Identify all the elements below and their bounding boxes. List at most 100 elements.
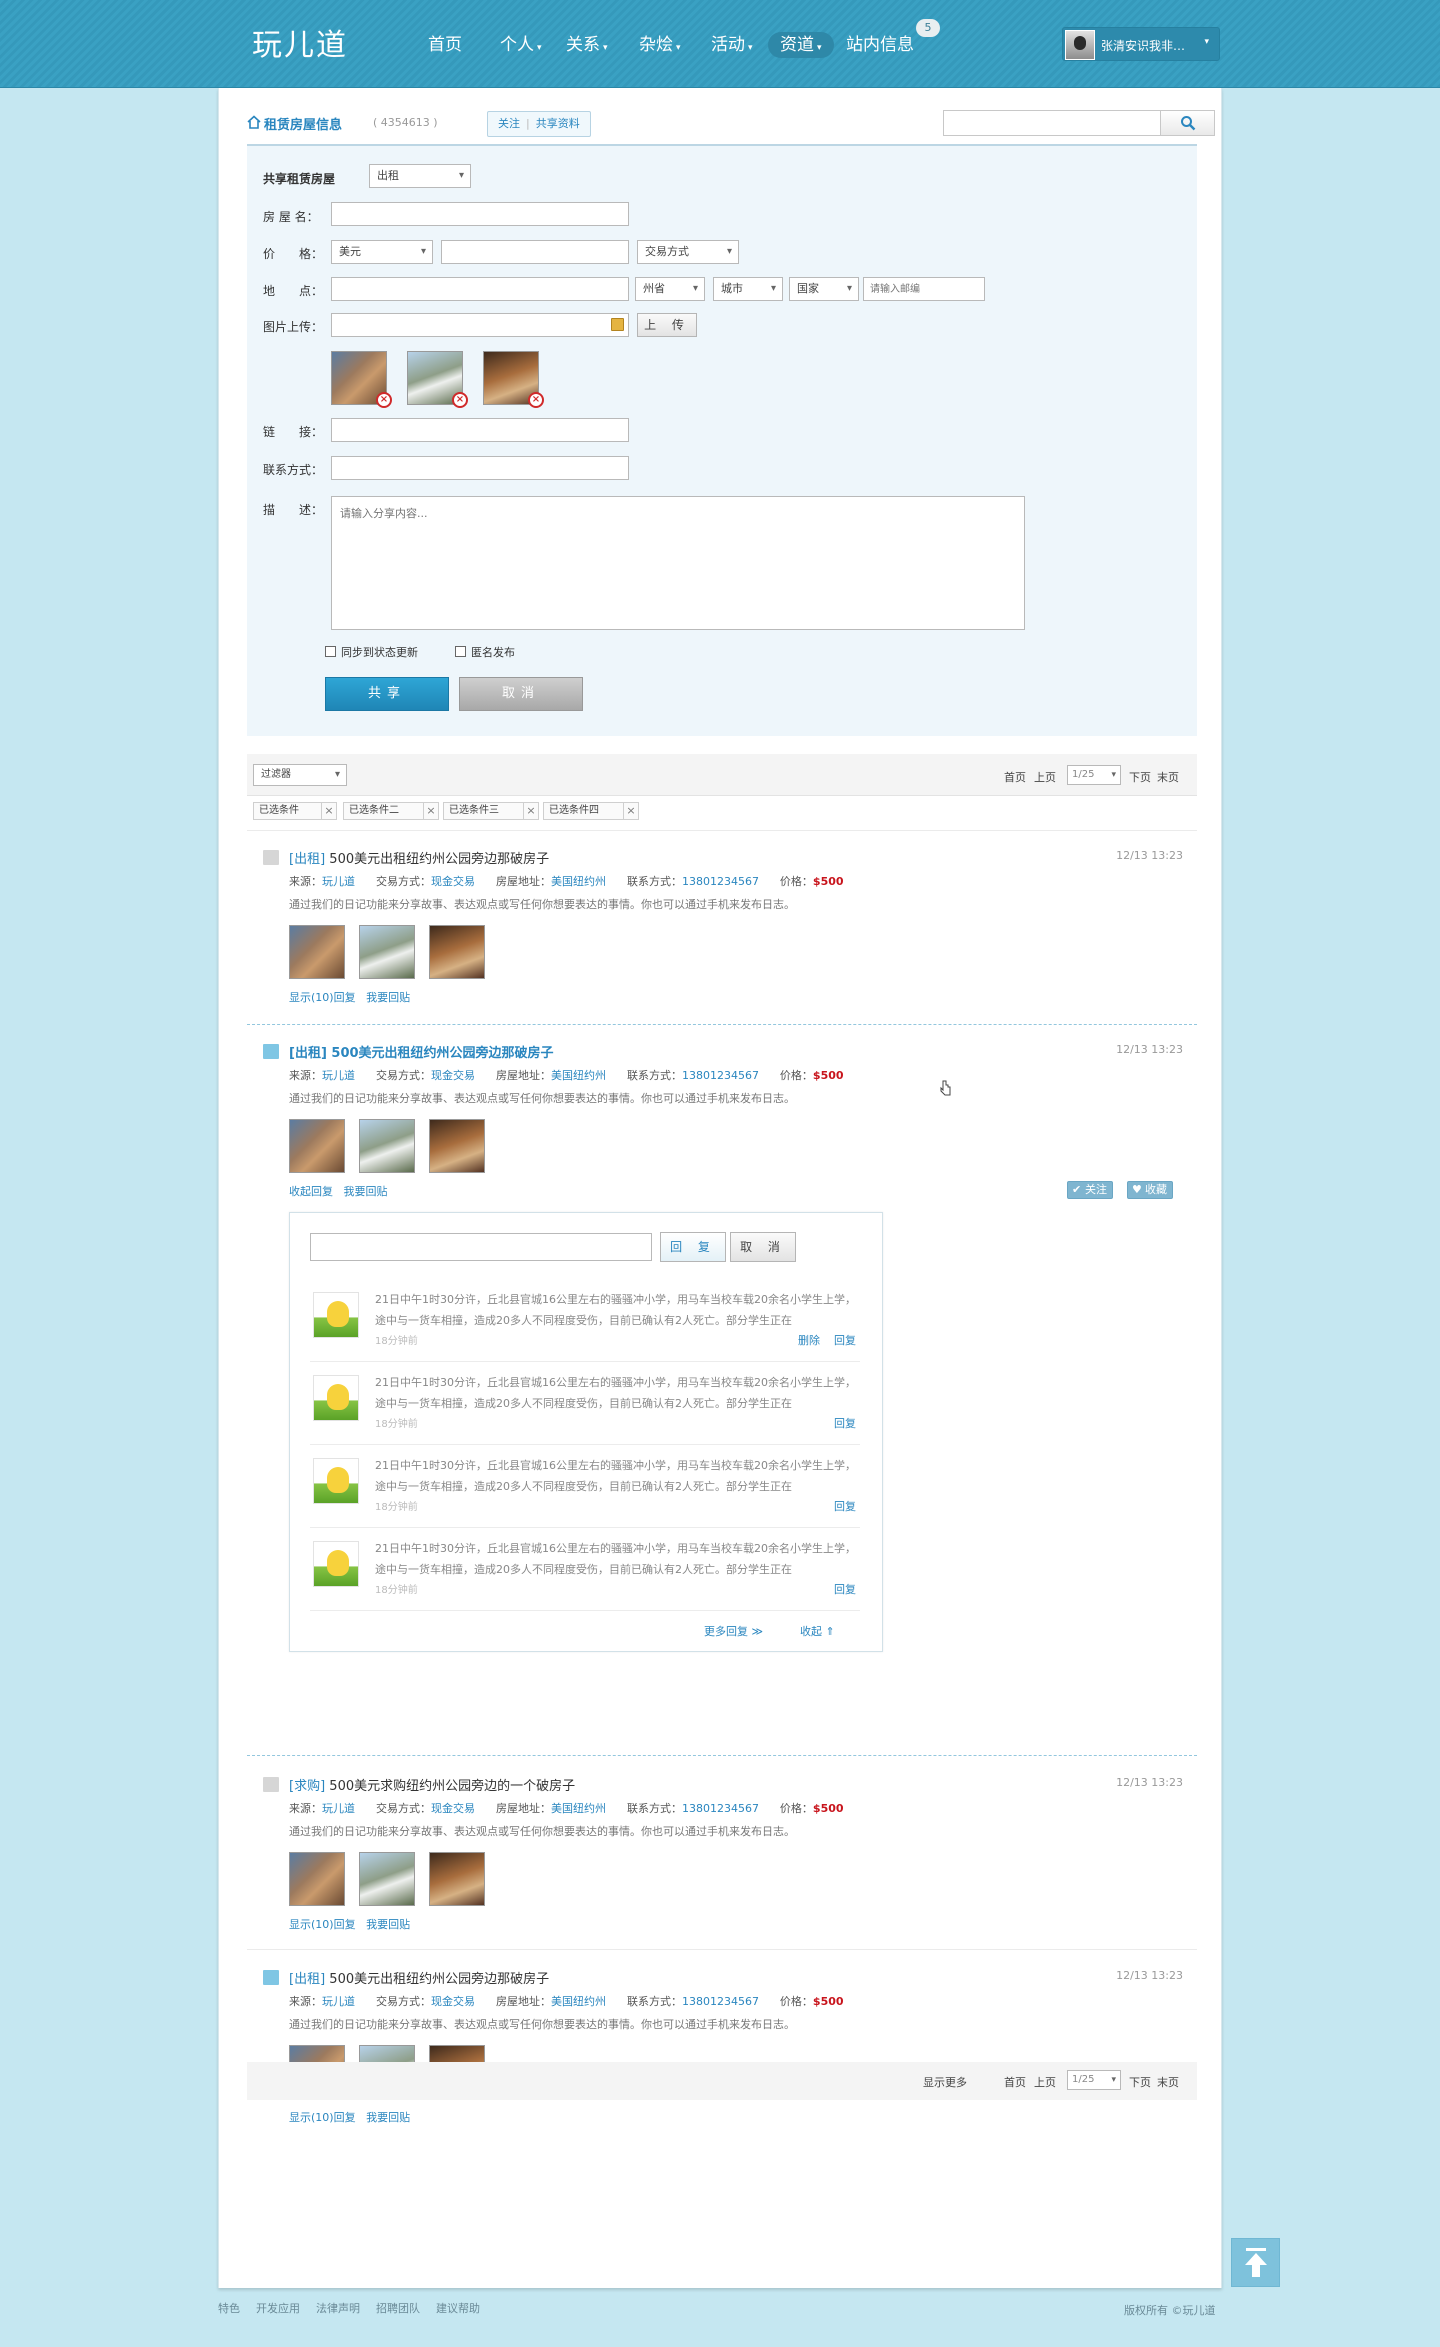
reply-input[interactable] <box>310 1233 652 1261</box>
nav-relations[interactable]: 关系 ▾ <box>560 32 614 58</box>
avatar[interactable] <box>313 1541 359 1587</box>
collect-button[interactable]: ♥ 收藏 <box>1127 1181 1173 1199</box>
pager-first[interactable]: 首页 <box>1004 2074 1026 2090</box>
footer-link[interactable]: 建议帮助 <box>436 2302 480 2315</box>
post-kind[interactable]: [出租] <box>289 1046 327 1061</box>
post-image[interactable] <box>429 1852 485 1906</box>
shared-files-link[interactable]: 共享资料 <box>536 117 580 130</box>
nav-misc[interactable]: 杂烩 ▾ <box>633 32 687 58</box>
post-image[interactable] <box>359 1119 415 1173</box>
reply-post-link[interactable]: 我要回贴 <box>366 991 410 1004</box>
close-icon[interactable]: × <box>623 803 638 819</box>
show-replies-link[interactable]: 显示(10)回复 <box>289 1918 356 1931</box>
reply-post-link[interactable]: 我要回贴 <box>366 2111 410 2124</box>
footer-link[interactable]: 开发应用 <box>256 2302 300 2315</box>
city-select[interactable]: 城市 <box>713 277 783 301</box>
site-logo[interactable]: 玩儿道 <box>252 20 348 64</box>
reply-link[interactable]: 回复 <box>834 1417 856 1430</box>
page-select[interactable]: 1/25 <box>1067 765 1121 785</box>
post-image[interactable] <box>359 1852 415 1906</box>
nav-home[interactable]: 首页 <box>422 32 468 58</box>
upload-button[interactable]: 上 传 <box>637 313 697 337</box>
reply-post-link[interactable]: 我要回贴 <box>344 1185 388 1198</box>
post-source[interactable]: 玩儿道 <box>322 1995 355 2008</box>
user-menu[interactable]: 张清安识我非… ▾ <box>1062 27 1220 61</box>
post-trade[interactable]: 现金交易 <box>431 1802 475 1815</box>
anonymous-checkbox[interactable] <box>455 646 466 657</box>
nav-messages[interactable]: 站内信息 <box>840 32 920 58</box>
follow-link[interactable]: 关注 <box>498 117 520 130</box>
delete-image-icon[interactable]: × <box>376 392 392 408</box>
close-icon[interactable]: × <box>321 803 336 819</box>
delete-reply-link[interactable]: 删除 <box>798 1334 820 1347</box>
post-image[interactable] <box>289 1852 345 1906</box>
post-trade[interactable]: 现金交易 <box>431 1069 475 1082</box>
footer-link[interactable]: 法律声明 <box>316 2302 360 2315</box>
pager-next[interactable]: 下页 <box>1129 769 1151 785</box>
post-source[interactable]: 玩儿道 <box>322 1069 355 1082</box>
price-input[interactable] <box>441 240 629 264</box>
cancel-button[interactable]: 取消 <box>459 677 583 711</box>
post-address[interactable]: 美国纽约州 <box>551 1802 606 1815</box>
contact-input[interactable] <box>331 456 629 480</box>
reply-cancel-button[interactable]: 取 消 <box>730 1232 796 1262</box>
collapse-link[interactable]: 收起 ⇑ <box>800 1623 835 1639</box>
link-input[interactable] <box>331 418 629 442</box>
share-submit-button[interactable]: 共享 <box>325 677 449 711</box>
post-trade[interactable]: 现金交易 <box>431 1995 475 2008</box>
house-name-input[interactable] <box>331 202 629 226</box>
nav-resources[interactable]: 资道 ▾ <box>768 32 834 58</box>
avatar[interactable] <box>313 1458 359 1504</box>
pager-first[interactable]: 首页 <box>1004 769 1026 785</box>
post-kind[interactable]: [出租] <box>289 1972 325 1987</box>
upload-file-field[interactable] <box>331 313 629 337</box>
country-select[interactable]: 国家 <box>789 277 859 301</box>
post-source[interactable]: 玩儿道 <box>322 875 355 888</box>
page-select[interactable]: 1/25 <box>1067 2070 1121 2090</box>
post-title[interactable]: [出租] 500美元出租纽约州公园旁边那破房子 <box>289 1968 549 1987</box>
sync-status-checkbox[interactable] <box>325 646 336 657</box>
post-image[interactable] <box>289 925 345 979</box>
close-icon[interactable]: × <box>423 803 438 819</box>
avatar[interactable] <box>313 1292 359 1338</box>
footer-link[interactable]: 特色 <box>218 2302 240 2315</box>
address-input[interactable] <box>331 277 629 301</box>
pager-next[interactable]: 下页 <box>1129 2074 1151 2090</box>
post-title[interactable]: [出租] 500美元出租纽约州公园旁边那破房子 <box>289 848 549 867</box>
show-replies-link[interactable]: 显示(10)回复 <box>289 2111 356 2124</box>
search-input[interactable] <box>943 110 1161 136</box>
reply-submit-button[interactable]: 回 复 <box>660 1232 726 1262</box>
nav-events[interactable]: 活动 ▾ <box>705 32 759 58</box>
pager-last[interactable]: 末页 <box>1157 2074 1179 2090</box>
post-image[interactable] <box>429 1119 485 1173</box>
trade-method-select[interactable]: 交易方式 <box>637 240 739 264</box>
post-image[interactable] <box>289 1119 345 1173</box>
follow-button[interactable]: ✔ 关注 <box>1067 1181 1113 1199</box>
post-source[interactable]: 玩儿道 <box>322 1802 355 1815</box>
reply-link[interactable]: 回复 <box>834 1500 856 1513</box>
zip-input[interactable] <box>863 277 985 301</box>
currency-select[interactable]: 美元 <box>331 240 433 264</box>
reply-link[interactable]: 回复 <box>834 1334 856 1347</box>
province-select[interactable]: 州省 <box>635 277 705 301</box>
delete-image-icon[interactable]: × <box>452 392 468 408</box>
message-count-badge[interactable]: 5 <box>916 19 940 37</box>
collapse-replies-link[interactable]: 收起回复 <box>289 1185 333 1198</box>
post-image[interactable] <box>429 925 485 979</box>
search-button[interactable] <box>1161 110 1215 136</box>
back-to-top-button[interactable] <box>1231 2238 1280 2287</box>
pager-last[interactable]: 末页 <box>1157 769 1179 785</box>
filter-select[interactable]: 过滤器 <box>253 764 347 786</box>
more-replies-link[interactable]: 更多回复 ≫ <box>704 1623 763 1639</box>
post-title[interactable]: [出租] 500美元出租纽约州公园旁边那破房子 <box>289 1042 554 1061</box>
description-textarea[interactable] <box>331 496 1025 630</box>
post-kind[interactable]: [求购] <box>289 1779 325 1794</box>
footer-link[interactable]: 招聘团队 <box>376 2302 420 2315</box>
pager-prev[interactable]: 上页 <box>1034 2074 1056 2090</box>
post-address[interactable]: 美国纽约州 <box>551 1995 606 2008</box>
post-title[interactable]: [求购] 500美元求购纽约州公园旁边的一个破房子 <box>289 1775 575 1794</box>
close-icon[interactable]: × <box>523 803 538 819</box>
post-trade[interactable]: 现金交易 <box>431 875 475 888</box>
reply-link[interactable]: 回复 <box>834 1583 856 1596</box>
pager-prev[interactable]: 上页 <box>1034 769 1056 785</box>
